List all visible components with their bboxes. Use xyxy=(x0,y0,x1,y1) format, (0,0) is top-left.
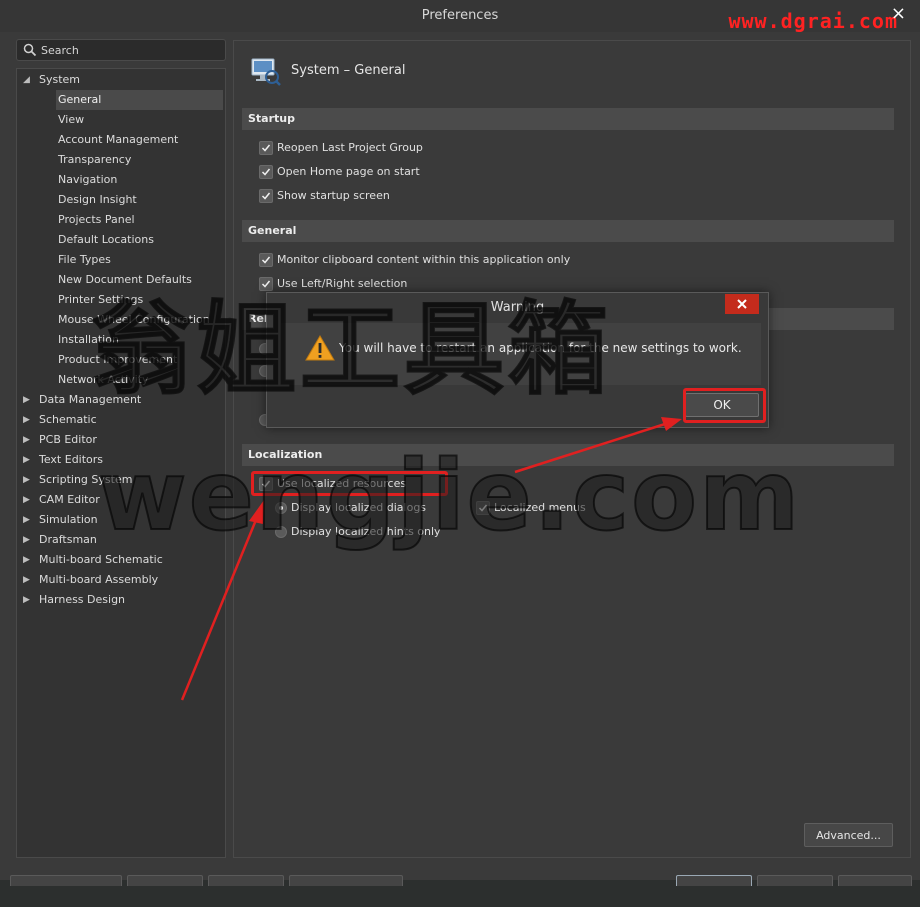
tree-item-text-editors[interactable]: ▶ Text Editors xyxy=(17,450,223,470)
collapsed-arrow-icon[interactable]: ▶ xyxy=(23,590,33,610)
collapsed-arrow-icon[interactable]: ▶ xyxy=(23,470,33,490)
warning-icon xyxy=(305,335,335,361)
dialog-close-button[interactable] xyxy=(725,294,759,314)
collapsed-arrow-icon[interactable]: ▶ xyxy=(23,490,33,510)
page-title: System – General xyxy=(291,63,406,78)
tree-item-multi-board-assembly[interactable]: ▶ Multi-board Assembly xyxy=(17,570,223,590)
tree-item-cam-editor[interactable]: ▶ CAM Editor xyxy=(17,490,223,510)
tree-item-account-management[interactable]: Account Management xyxy=(17,130,223,150)
tree-item-schematic[interactable]: ▶ Schematic xyxy=(17,410,223,430)
search-box[interactable] xyxy=(16,39,226,61)
tree-item-data-management[interactable]: ▶ Data Management xyxy=(17,390,223,410)
tree-item-installation[interactable]: Installation xyxy=(17,330,223,350)
checkbox-checked[interactable] xyxy=(259,253,273,267)
collapsed-arrow-icon[interactable]: ▶ xyxy=(23,550,33,570)
bottom-button[interactable] xyxy=(838,875,912,886)
collapsed-arrow-icon[interactable]: ▶ xyxy=(23,570,33,590)
dialog-title: Warning xyxy=(490,300,545,315)
tree-item-navigation[interactable]: Navigation xyxy=(17,170,223,190)
collapsed-arrow-icon[interactable]: ▶ xyxy=(23,450,33,470)
search-input[interactable] xyxy=(41,42,216,58)
bottom-button[interactable] xyxy=(208,875,284,886)
bottom-button[interactable] xyxy=(127,875,203,886)
bottom-button[interactable] xyxy=(757,875,833,886)
tree-item-general[interactable]: General xyxy=(56,90,223,110)
tree-item-scripting-system[interactable]: ▶ Scripting System xyxy=(17,470,223,490)
tree-item-projects-panel[interactable]: Projects Panel xyxy=(17,210,223,230)
dialog-title-bar: Warning xyxy=(267,293,768,321)
tree-item-draftsman[interactable]: ▶ Draftsman xyxy=(17,530,223,550)
section-header-general: General xyxy=(242,220,894,242)
preferences-tree: ◢ System General View Account Management… xyxy=(16,68,226,858)
search-icon xyxy=(23,43,37,57)
collapsed-arrow-icon[interactable]: ▶ xyxy=(23,510,33,530)
dialog-message: You will have to restart an application … xyxy=(339,341,742,355)
bottom-button[interactable] xyxy=(676,875,752,886)
tree-item-view[interactable]: View xyxy=(17,110,223,130)
radio-selected[interactable] xyxy=(275,502,287,514)
ok-button-highlight xyxy=(683,388,766,423)
title-bar: Preferences www.dgrai.com × xyxy=(0,0,920,33)
tree-item-default-locations[interactable]: Default Locations xyxy=(17,230,223,250)
tree-item-new-document-defaults[interactable]: New Document Defaults xyxy=(17,270,223,290)
checkbox-checked[interactable] xyxy=(259,165,273,179)
tree-item-network-activity[interactable]: Network Activity xyxy=(17,370,223,390)
tree-item-product-improvement[interactable]: Product Improvement xyxy=(17,350,223,370)
collapsed-arrow-icon[interactable]: ▶ xyxy=(23,530,33,550)
tree-item-simulation[interactable]: ▶ Simulation xyxy=(17,510,223,530)
tree-item-pcb-editor[interactable]: ▶ PCB Editor xyxy=(17,430,223,450)
dialog-body: You will have to restart an application … xyxy=(281,323,761,385)
tree-item-transparency[interactable]: Transparency xyxy=(17,150,223,170)
window-close-button[interactable]: × xyxy=(891,5,906,23)
section-header-startup: Startup xyxy=(242,108,894,130)
close-icon xyxy=(737,299,747,309)
collapsed-arrow-icon[interactable]: ▶ xyxy=(23,390,33,410)
tree-item-harness-design[interactable]: ▶ Harness Design xyxy=(17,590,223,610)
system-settings-icon xyxy=(251,58,281,86)
watermark-url: www.dgrai.com xyxy=(728,9,898,33)
section-header-localization: Localization xyxy=(242,444,894,466)
checkbox-checked[interactable] xyxy=(259,189,273,203)
tree-item-multi-board-schematic[interactable]: ▶ Multi-board Schematic xyxy=(17,550,223,570)
expanded-arrow-icon[interactable]: ◢ xyxy=(23,70,33,90)
bottom-button[interactable] xyxy=(10,875,122,886)
tree-item-system[interactable]: ◢ System xyxy=(17,70,223,90)
collapsed-arrow-icon[interactable]: ▶ xyxy=(23,430,33,450)
tree-item-file-types[interactable]: File Types xyxy=(17,250,223,270)
localized-resources-highlight xyxy=(251,471,448,496)
checkbox-checked[interactable] xyxy=(476,501,490,515)
tree-item-mouse-wheel-configuration[interactable]: Mouse Wheel Configuration xyxy=(17,310,223,330)
checkbox-checked[interactable] xyxy=(259,141,273,155)
bottom-button[interactable] xyxy=(289,875,403,886)
collapsed-arrow-icon[interactable]: ▶ xyxy=(23,410,33,430)
tree-item-printer-settings[interactable]: Printer Settings xyxy=(17,290,223,310)
tree-item-design-insight[interactable]: Design Insight xyxy=(17,190,223,210)
advanced-button[interactable]: Advanced... xyxy=(804,823,893,847)
checkbox-checked[interactable] xyxy=(259,277,273,291)
radio-unselected[interactable] xyxy=(275,526,287,538)
